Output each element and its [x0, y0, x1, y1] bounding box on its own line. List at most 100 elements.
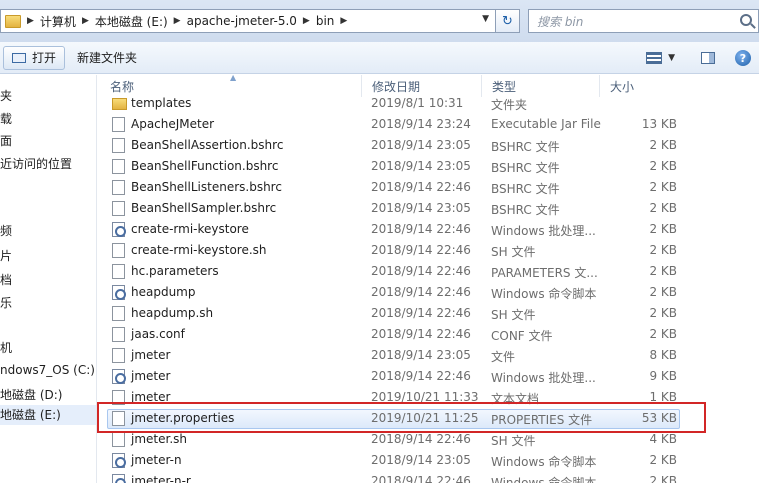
nav-item-pictures[interactable]: 片 — [0, 247, 12, 264]
file-row[interactable]: BeanShellSampler.bshrc 2018/9/14 23:05 BSH… — [98, 198, 759, 219]
file-icon — [112, 117, 125, 132]
batch-file-icon — [112, 453, 126, 468]
nav-item-favorites[interactable]: 夹 — [0, 87, 12, 104]
file-row[interactable]: ApacheJMeter 2018/9/14 23:24 Executable Ja… — [98, 114, 759, 135]
file-size: 4 KB — [649, 432, 677, 446]
nav-item-videos[interactable]: 频 — [0, 222, 12, 239]
file-size: 2 KB — [649, 138, 677, 152]
breadcrumb-drive-e[interactable]: 本地磁盘 (E:) — [95, 13, 168, 30]
file-date: 2018/9/14 23:05 — [371, 138, 471, 152]
file-row[interactable]: templates 2019/8/1 10:31 文件夹 — [98, 93, 759, 114]
preview-pane-icon[interactable] — [701, 52, 715, 64]
file-name: create-rmi-keystore — [131, 222, 249, 236]
toolbar-right: ▼ ? — [646, 42, 759, 74]
file-name: hc.parameters — [131, 264, 219, 278]
file-date: 2018/9/14 23:05 — [371, 348, 471, 362]
address-history-dropdown[interactable]: ▼ — [482, 14, 489, 24]
file-type: Windows 批处理... — [491, 371, 596, 385]
nav-item-recent-places[interactable]: 近访问的位置 — [0, 155, 72, 172]
file-row[interactable]: jmeter.properties 2019/10/21 11:25 PROPERT… — [98, 408, 759, 429]
file-date: 2018/9/14 22:46 — [371, 432, 471, 446]
batch-file-icon — [112, 474, 126, 483]
nav-item-documents[interactable]: 档 — [0, 271, 12, 288]
nav-item-drive-e[interactable]: 地磁盘 (E:) — [0, 405, 96, 425]
file-row[interactable]: jmeter 2018/9/14 22:46 Windows 批处理... 9 KB — [98, 366, 759, 387]
chevron-right-icon[interactable]: ▶ — [340, 16, 347, 26]
breadcrumb-jmeter[interactable]: apache-jmeter-5.0 — [187, 14, 297, 28]
breadcrumb-bin[interactable]: bin — [316, 14, 335, 28]
file-type: SH 文件 — [491, 308, 536, 322]
file-name: jmeter.properties — [131, 411, 235, 425]
folder-icon — [5, 14, 21, 28]
address-bar[interactable]: ▶ 计算机 ▶ 本地磁盘 (E:) ▶ apache-jmeter-5.0 ▶ … — [0, 9, 496, 33]
nav-item-music[interactable]: 乐 — [0, 294, 12, 311]
file-date: 2019/10/21 11:25 — [371, 411, 479, 425]
file-row[interactable]: BeanShellAssertion.bshrc 2018/9/14 23:05 B… — [98, 135, 759, 156]
nav-item-drive-c[interactable]: ndows7_OS (C:) — [0, 363, 95, 377]
file-row[interactable]: jmeter.sh 2018/9/14 22:46 SH 文件 4 KB — [98, 429, 759, 450]
file-icon — [112, 264, 125, 279]
column-header-name-label: 名称 — [110, 79, 135, 94]
file-row[interactable]: jaas.conf 2018/9/14 22:46 CONF 文件 2 KB — [98, 324, 759, 345]
file-icon — [112, 138, 125, 153]
file-icon — [112, 327, 125, 342]
file-size: 2 KB — [649, 285, 677, 299]
file-type: PROPERTIES 文件 — [491, 413, 593, 427]
file-row[interactable]: jmeter 2019/10/21 11:33 文本文档 1 KB — [98, 387, 759, 408]
file-size: 2 KB — [649, 243, 677, 257]
refresh-button[interactable]: ↻ — [496, 9, 520, 33]
file-size: 2 KB — [649, 453, 677, 467]
new-folder-button[interactable]: 新建文件夹 — [69, 46, 145, 70]
chevron-right-icon[interactable]: ▶ — [174, 16, 181, 26]
open-button[interactable]: 打开 — [3, 45, 66, 70]
file-row[interactable]: create-rmi-keystore.sh 2018/9/14 22:46 SH … — [98, 240, 759, 261]
file-row[interactable]: create-rmi-keystore 2018/9/14 22:46 Window… — [98, 219, 759, 240]
file-row[interactable]: BeanShellListeners.bshrc 2018/9/14 22:46 B… — [98, 177, 759, 198]
chevron-right-icon[interactable]: ▶ — [27, 16, 34, 26]
file-row[interactable]: heapdump.sh 2018/9/14 22:46 SH 文件 2 KB — [98, 303, 759, 324]
file-size: 1 KB — [649, 390, 677, 404]
search-input[interactable]: 搜索 bin — [528, 9, 759, 33]
file-size: 9 KB — [649, 369, 677, 383]
batch-file-icon — [112, 285, 126, 300]
open-icon — [12, 52, 26, 63]
file-date: 2018/9/14 23:24 — [371, 117, 471, 131]
chevron-right-icon[interactable]: ▶ — [303, 16, 310, 26]
file-row[interactable]: jmeter 2018/9/14 23:05 文件 8 KB — [98, 345, 759, 366]
search-icon[interactable] — [740, 14, 752, 26]
file-row[interactable]: jmeter-n-r 2018/9/14 22:46 Windows 命令脚本 2 K… — [98, 471, 759, 483]
file-type: 文件夹 — [491, 98, 528, 112]
file-list: templates 2019/8/1 10:31 文件夹 ApacheJMeter 20… — [98, 93, 759, 483]
file-size: 2 KB — [649, 201, 677, 215]
file-row[interactable]: heapdump 2018/9/14 22:46 Windows 命令脚本 2 KB — [98, 282, 759, 303]
file-name: jaas.conf — [131, 327, 185, 341]
file-name: jmeter-n-r — [131, 474, 191, 483]
file-size: 53 KB — [641, 411, 677, 425]
file-row[interactable]: jmeter-n 2018/9/14 23:05 Windows 命令脚本 2 KB — [98, 450, 759, 471]
file-date: 2018/9/14 22:46 — [371, 306, 471, 320]
new-folder-label: 新建文件夹 — [77, 51, 138, 65]
file-date: 2018/9/14 22:46 — [371, 222, 471, 236]
file-type: BSHRC 文件 — [491, 140, 560, 154]
chevron-right-icon[interactable]: ▶ — [82, 16, 89, 26]
breadcrumb-computer[interactable]: 计算机 — [40, 13, 76, 30]
file-date: 2018/9/14 23:05 — [371, 159, 471, 173]
file-row[interactable]: BeanShellFunction.bshrc 2018/9/14 23:05 BS… — [98, 156, 759, 177]
view-dropdown-arrow[interactable]: ▼ — [668, 53, 675, 63]
file-name: heapdump.sh — [131, 306, 214, 320]
file-name: jmeter — [131, 369, 171, 383]
file-name: create-rmi-keystore.sh — [131, 243, 267, 257]
file-icon — [112, 348, 125, 363]
nav-item-desktop[interactable]: 面 — [0, 132, 12, 149]
file-name: heapdump — [131, 285, 196, 299]
view-options-icon[interactable] — [646, 52, 663, 64]
file-row[interactable]: hc.parameters 2018/9/14 22:46 PARAMETERS 文… — [98, 261, 759, 282]
file-type: BSHRC 文件 — [491, 182, 560, 196]
file-date: 2018/9/14 23:05 — [371, 201, 471, 215]
nav-item-downloads[interactable]: 载 — [0, 110, 12, 127]
nav-item-computer[interactable]: 机 — [0, 339, 12, 356]
file-icon — [112, 201, 125, 216]
address-bar-row: ▶ 计算机 ▶ 本地磁盘 (E:) ▶ apache-jmeter-5.0 ▶ … — [0, 0, 759, 42]
help-icon[interactable]: ? — [735, 50, 751, 66]
nav-item-drive-d[interactable]: 地磁盘 (D:) — [0, 386, 62, 403]
